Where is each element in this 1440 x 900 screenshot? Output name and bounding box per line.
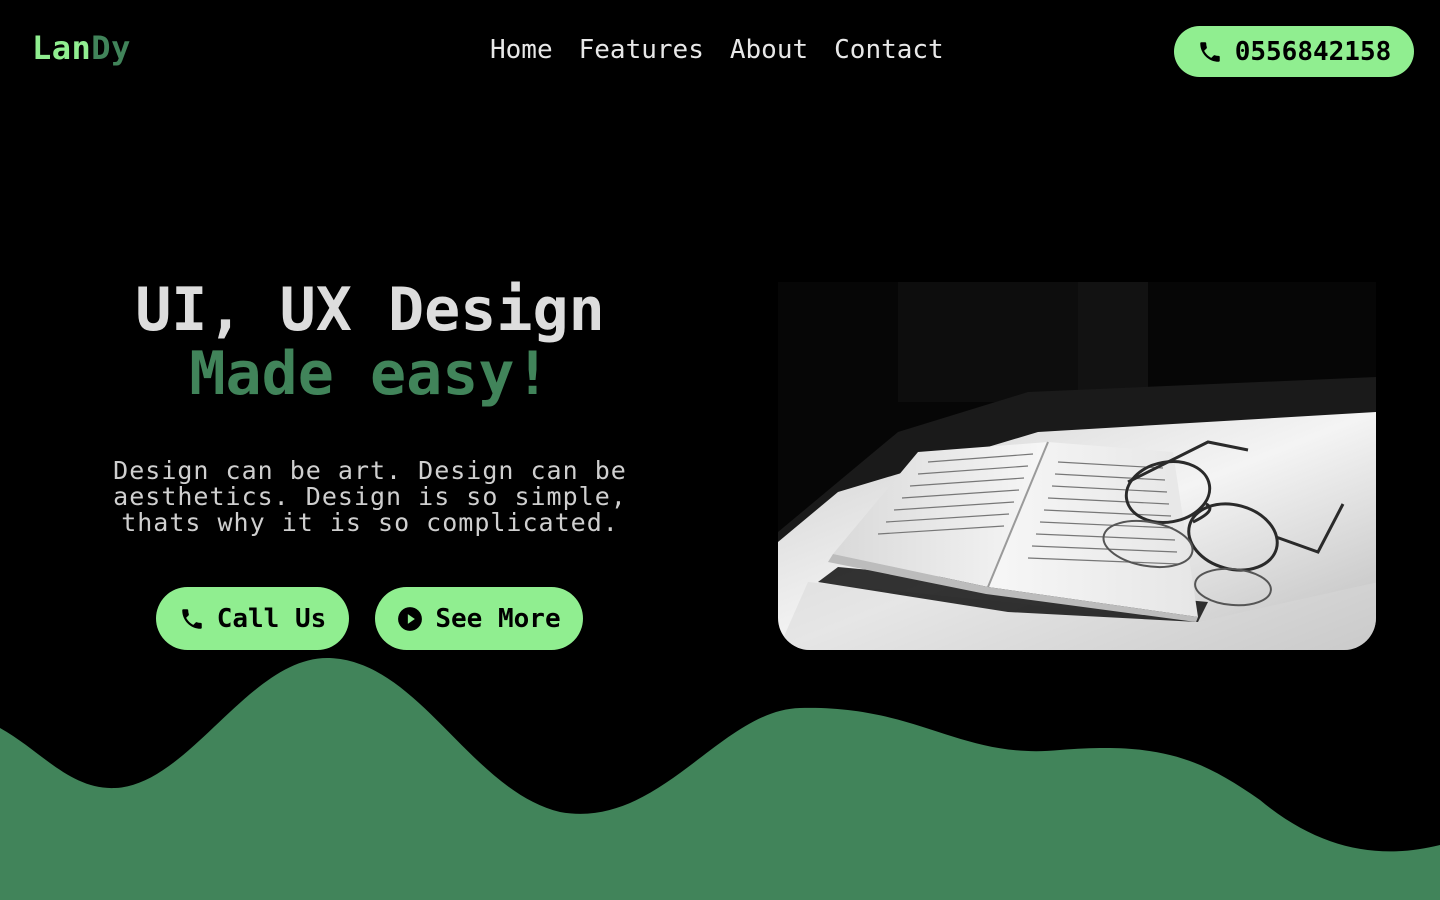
see-more-button[interactable]: See More [375,587,583,650]
hero-image [778,282,1376,650]
call-us-button[interactable]: Call Us [156,587,349,650]
hero-description: Design can be art. Design can be aesthet… [113,456,627,537]
nav-link-contact[interactable]: Contact [834,32,944,68]
nav-link-about[interactable]: About [730,32,808,68]
header-phone-button[interactable]: 0556842158 [1174,26,1414,77]
brand-logo-part2: Dy [91,29,131,67]
play-circle-icon [398,606,423,631]
phone-icon [1199,41,1220,62]
phone-icon [181,608,202,629]
main-nav: Home Features About Contact [490,32,944,68]
brand-logo[interactable]: LanDy [32,28,131,68]
brand-logo-part1: Lan [32,29,92,67]
see-more-label: See More [435,603,561,634]
book-and-glasses-illustration [778,282,1376,650]
hero-title-line2: Made easy! [189,339,551,409]
hero-title-line1: UI, UX Design [135,275,605,345]
call-us-label: Call Us [216,603,327,634]
hero-title: UI, UX Design Made easy! [80,278,660,406]
decorative-wave [0,657,1440,900]
header-phone-number: 0556842158 [1234,36,1392,67]
nav-link-home[interactable]: Home [490,32,553,68]
landing-page: LanDy Home Features About Contact 055684… [0,0,1440,900]
nav-link-features[interactable]: Features [579,32,704,68]
